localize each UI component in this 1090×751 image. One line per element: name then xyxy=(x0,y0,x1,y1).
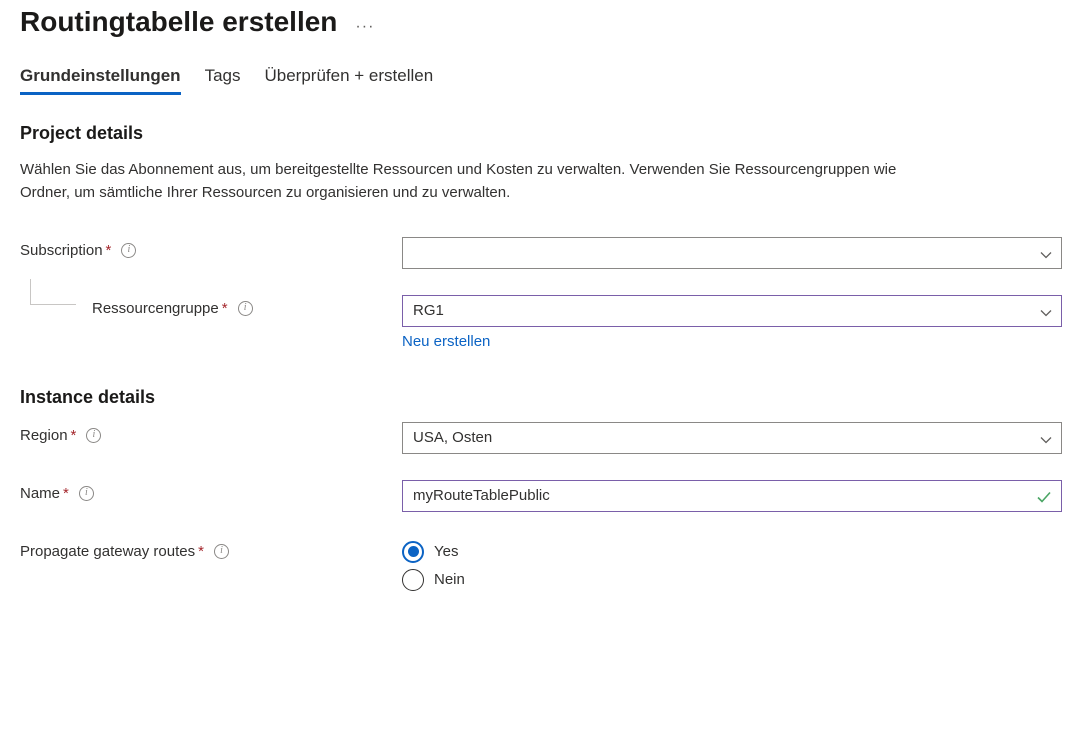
info-icon[interactable]: i xyxy=(238,301,253,316)
tab-basics[interactable]: Grundeinstellungen xyxy=(20,66,181,95)
resource-group-select[interactable]: RG1 xyxy=(402,295,1062,327)
subscription-select[interactable] xyxy=(402,237,1062,269)
required-indicator: * xyxy=(198,543,204,560)
propagate-radio-group: Yes Nein xyxy=(402,538,1062,591)
subscription-row: Subscription * i xyxy=(20,237,1070,269)
propagate-label: Propagate gateway routes xyxy=(20,543,195,560)
name-row: Name * i myRouteTablePublic xyxy=(20,480,1070,512)
propagate-no-label: Nein xyxy=(434,571,465,588)
indent-connector xyxy=(30,279,76,305)
region-select[interactable]: USA, Osten xyxy=(402,422,1062,454)
checkmark-icon xyxy=(1036,489,1052,505)
tab-bar: Grundeinstellungen Tags Überprüfen + ers… xyxy=(20,66,1070,95)
instance-details-heading: Instance details xyxy=(20,387,1070,408)
propagate-row: Propagate gateway routes * i Yes Nein xyxy=(20,538,1070,597)
required-indicator: * xyxy=(71,427,77,444)
info-icon[interactable]: i xyxy=(79,486,94,501)
info-icon[interactable]: i xyxy=(121,243,136,258)
tab-review-create[interactable]: Überprüfen + erstellen xyxy=(264,66,433,95)
name-label: Name xyxy=(20,485,60,502)
project-details-description: Wählen Sie das Abonnement aus, um bereit… xyxy=(20,158,940,205)
region-row: Region * i USA, Osten xyxy=(20,422,1070,454)
propagate-no-option[interactable]: Nein xyxy=(402,569,1062,591)
info-icon[interactable]: i xyxy=(86,428,101,443)
region-value: USA, Osten xyxy=(413,429,492,446)
chevron-down-icon xyxy=(1040,307,1052,319)
propagate-yes-label: Yes xyxy=(434,543,458,560)
region-label: Region xyxy=(20,427,68,444)
tab-tags[interactable]: Tags xyxy=(205,66,241,95)
required-indicator: * xyxy=(222,300,228,317)
radio-selected-icon xyxy=(402,541,424,563)
project-details-heading: Project details xyxy=(20,123,1070,144)
radio-unselected-icon xyxy=(402,569,424,591)
page-title: Routingtabelle erstellen xyxy=(20,6,337,38)
name-value: myRouteTablePublic xyxy=(413,487,550,504)
propagate-yes-option[interactable]: Yes xyxy=(402,541,1062,563)
info-icon[interactable]: i xyxy=(214,544,229,559)
subscription-label: Subscription xyxy=(20,242,103,259)
chevron-down-icon xyxy=(1040,249,1052,261)
required-indicator: * xyxy=(106,242,112,259)
resource-group-label: Ressourcengruppe xyxy=(92,300,219,317)
name-input[interactable]: myRouteTablePublic xyxy=(402,480,1062,512)
resource-group-value: RG1 xyxy=(413,302,444,319)
more-menu-icon[interactable]: ··· xyxy=(355,18,374,36)
chevron-down-icon xyxy=(1040,434,1052,446)
create-new-link[interactable]: Neu erstellen xyxy=(402,333,490,350)
required-indicator: * xyxy=(63,485,69,502)
resource-group-row: Ressourcengruppe * i RG1 Neu erstellen xyxy=(20,295,1070,351)
